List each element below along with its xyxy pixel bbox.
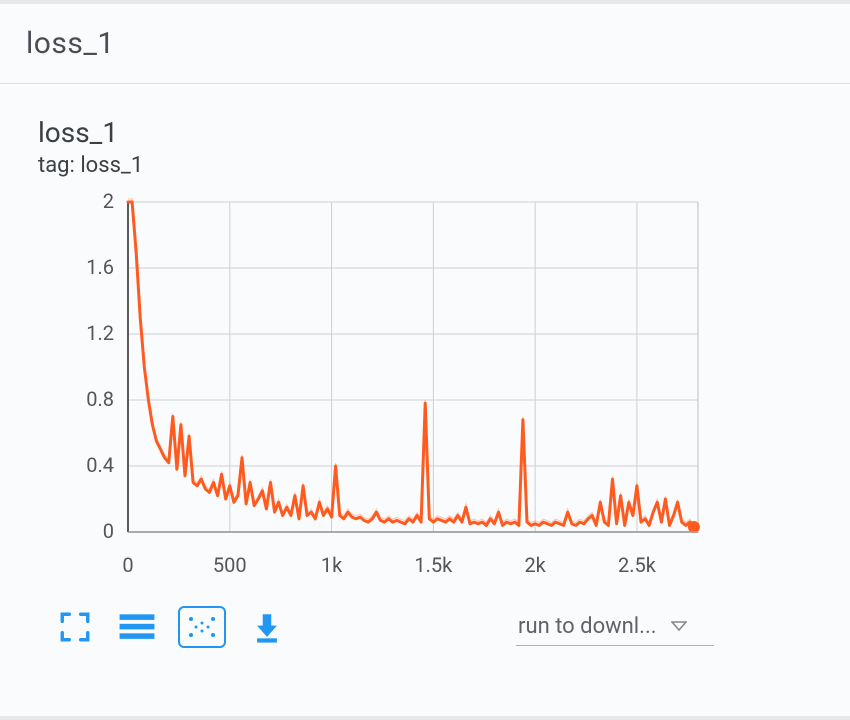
download-button[interactable]	[246, 606, 288, 648]
svg-text:1k: 1k	[321, 553, 343, 577]
svg-text:2.5k: 2.5k	[618, 553, 657, 577]
fullscreen-button[interactable]	[54, 606, 96, 648]
chart-svg: 0 0.4 0.8 1.2 1.6 2 0 500 1k 1.5k 2k 2.5k	[38, 192, 738, 592]
svg-text:0: 0	[122, 553, 133, 577]
tag-prefix: tag:	[38, 153, 80, 178]
section-header: loss_1	[0, 4, 850, 84]
svg-text:0.8: 0.8	[86, 387, 114, 411]
svg-text:500: 500	[213, 553, 247, 577]
svg-text:2k: 2k	[524, 553, 546, 577]
svg-text:2: 2	[103, 192, 114, 213]
download-icon	[250, 610, 284, 644]
chart[interactable]: 0 0.4 0.8 1.2 1.6 2 0 500 1k 1.5k 2k 2.5k	[38, 192, 738, 592]
chart-toolbar: run to downl...	[54, 606, 714, 648]
tag-value: loss_1	[80, 153, 143, 178]
card-subtitle: tag: loss_1	[38, 153, 850, 178]
page: loss_1 loss_1 tag: loss_1 0 0.4 0.8 1.2 1.6 2…	[0, 0, 850, 720]
svg-text:0.4: 0.4	[86, 453, 114, 477]
card-title: loss_1	[38, 116, 850, 149]
list-lines-icon	[118, 610, 156, 644]
svg-text:1.6: 1.6	[86, 255, 114, 279]
chevron-down-icon	[671, 617, 687, 636]
svg-text:1.5k: 1.5k	[414, 553, 453, 577]
fit-domain-button[interactable]	[178, 606, 226, 648]
section-title: loss_1	[26, 26, 850, 61]
run-download-select[interactable]: run to downl...	[516, 608, 714, 646]
svg-text:0: 0	[103, 519, 114, 543]
fullscreen-icon	[58, 610, 92, 644]
fit-domain-icon	[187, 615, 217, 639]
svg-text:1.2: 1.2	[86, 321, 114, 345]
chart-card: loss_1 tag: loss_1 0 0.4 0.8 1.2 1.6 2 0 500 1k 1…	[0, 84, 850, 648]
bottom-divider	[0, 716, 850, 720]
run-download-select-label: run to downl...	[518, 614, 657, 639]
show-all-runs-button[interactable]	[116, 606, 158, 648]
